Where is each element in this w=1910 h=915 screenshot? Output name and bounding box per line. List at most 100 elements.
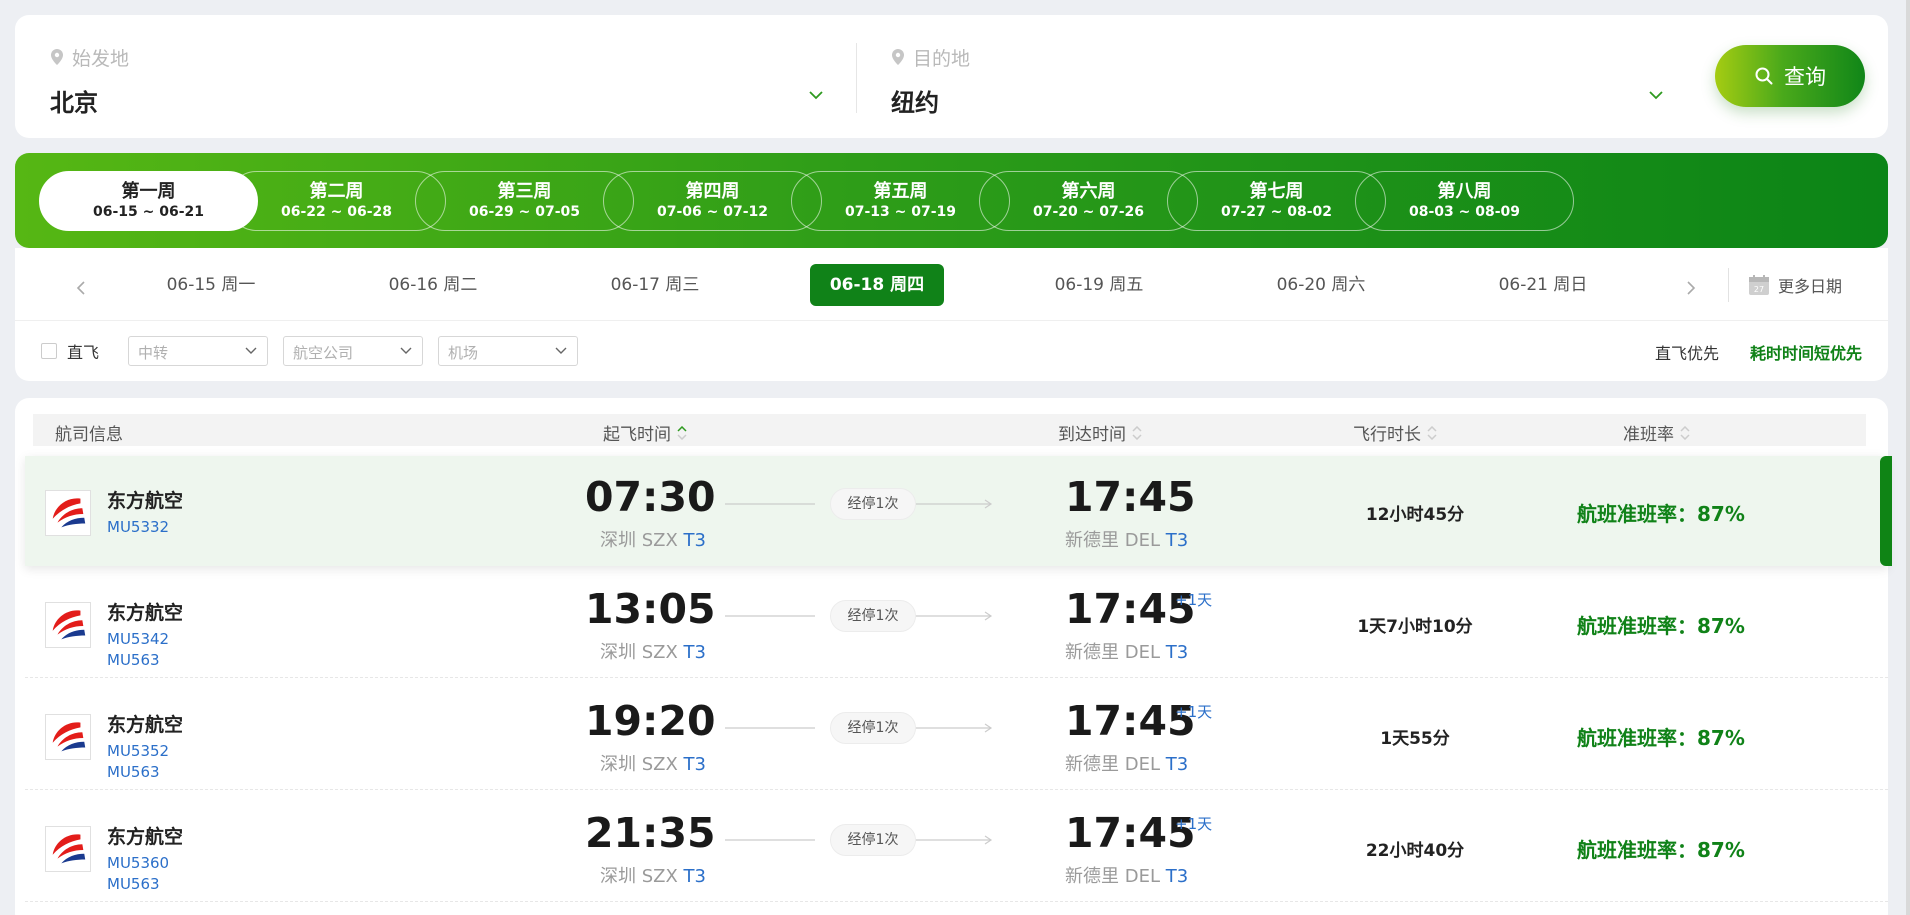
- col-duration-header[interactable]: 飞行时长: [1353, 420, 1437, 445]
- location-pin-icon: [892, 49, 904, 65]
- search-button[interactable]: 查询: [1715, 45, 1865, 107]
- week-tab-label: 第三周: [497, 181, 552, 202]
- arrival-terminal: T3: [1165, 530, 1189, 551]
- day-tab-6[interactable]: 06-20 周六: [1246, 264, 1396, 306]
- day-tab-7[interactable]: 06-21 周日: [1468, 264, 1618, 306]
- day-tab-3[interactable]: 06-17 周三: [580, 264, 730, 306]
- stop-badge[interactable]: 经停1次: [830, 712, 916, 744]
- week-tab-3[interactable]: 第三周 06-29 ~ 07-05: [415, 171, 634, 231]
- more-dates-button[interactable]: 27 更多日期: [1748, 270, 1842, 300]
- chevron-left-icon[interactable]: [72, 278, 92, 298]
- china-eastern-logo-icon: [45, 490, 91, 536]
- departure-time: 19:20: [585, 697, 716, 745]
- selected-indicator: [1880, 456, 1892, 566]
- flight-number[interactable]: MU5360: [107, 854, 169, 872]
- week-tab-label: 第七周: [1249, 181, 1304, 202]
- divider: [15, 320, 1888, 321]
- transfer-select[interactable]: 中转: [128, 336, 268, 366]
- direct-flight-checkbox[interactable]: [41, 343, 57, 359]
- flight-number[interactable]: MU563: [107, 763, 160, 781]
- destination-field[interactable]: 目的地 纽约: [891, 43, 1671, 125]
- flight-number[interactable]: MU5352: [107, 742, 169, 760]
- airline-select[interactable]: 航空公司: [283, 336, 423, 366]
- ontime-rate: 航班准班率：87%: [1577, 502, 1745, 526]
- flight-duration: 1天7小时10分: [1357, 617, 1473, 637]
- stop-badge[interactable]: 经停1次: [830, 600, 916, 632]
- week-tab-range: 06-15 ~ 06-21: [92, 204, 205, 220]
- arrival-terminal: T3: [1165, 642, 1189, 663]
- calendar-icon: 27: [1749, 275, 1769, 295]
- stop-badge[interactable]: 经停1次: [830, 488, 916, 520]
- col-ontime-header[interactable]: 准班率: [1623, 420, 1690, 445]
- week-tab-range: 07-20 ~ 07-26: [1032, 204, 1145, 220]
- field-divider: [856, 43, 857, 113]
- departure-time: 07:30: [585, 473, 716, 521]
- col-airline-header: 航司信息: [55, 425, 123, 445]
- week-tab-4[interactable]: 第四周 07-06 ~ 07-12: [603, 171, 822, 231]
- departure-airport: 深圳 SZX T3: [600, 642, 706, 663]
- arrival-airport: 新德里 DEL T3: [1065, 754, 1189, 775]
- ontime-rate: 航班准班率：87%: [1577, 726, 1745, 750]
- chevron-down-icon: [555, 347, 567, 354]
- flight-duration: 1天55分: [1380, 729, 1450, 749]
- table-header: 航司信息 起飞时间 到达时间 飞行时长 准班率: [33, 414, 1866, 446]
- departure-time: 13:05: [585, 585, 716, 633]
- stop-badge[interactable]: 经停1次: [830, 824, 916, 856]
- sort-icon: [1132, 425, 1142, 440]
- sort-direct-first[interactable]: 直飞优先: [1655, 340, 1719, 364]
- origin-label: 始发地: [72, 47, 130, 70]
- svg-text:27: 27: [1754, 285, 1764, 294]
- flight-number[interactable]: MU5332: [107, 518, 169, 536]
- departure-airport: 深圳 SZX T3: [600, 530, 706, 551]
- flight-duration: 12小时45分: [1365, 505, 1465, 525]
- day-tab-4[interactable]: 06-18 周四: [810, 264, 944, 306]
- divider: [1728, 268, 1729, 302]
- departure-terminal: T3: [683, 754, 706, 775]
- china-eastern-logo-icon: [45, 602, 91, 648]
- day-tab-1[interactable]: 06-15 周一: [136, 264, 286, 306]
- week-tab-range: 06-29 ~ 07-05: [468, 204, 581, 220]
- day-tab-2[interactable]: 06-16 周二: [358, 264, 508, 306]
- week-tab-8[interactable]: 第八周 08-03 ~ 08-09: [1355, 171, 1574, 231]
- week-tab-5[interactable]: 第五周 07-13 ~ 07-19: [791, 171, 1010, 231]
- sort-icon: [677, 425, 687, 440]
- sort-shortest-time[interactable]: 耗时时间短优先: [1750, 340, 1862, 364]
- flight-row[interactable]: 东方航空 MU5360 MU563 21:35 深圳 SZX T3 经停1次 17:45 +1…: [25, 792, 1888, 902]
- more-dates-label: 更多日期: [1778, 277, 1843, 296]
- arrival-airport: 新德里 DEL T3: [1065, 530, 1189, 551]
- chevron-down-icon[interactable]: [808, 87, 824, 103]
- chevron-down-icon[interactable]: [1648, 87, 1664, 103]
- scrollbar[interactable]: [1906, 0, 1910, 915]
- col-arrival-header[interactable]: 到达时间: [1058, 420, 1142, 445]
- arrival-terminal: T3: [1165, 754, 1189, 775]
- flight-number[interactable]: MU563: [107, 651, 160, 669]
- flight-row[interactable]: 东方航空 MU5352 MU563 19:20 深圳 SZX T3 经停1次 17:45 +1…: [25, 680, 1888, 790]
- flight-row[interactable]: 东方航空 MU5342 MU563 13:05 深圳 SZX T3 经停1次 17:45 +1…: [25, 568, 1888, 678]
- chevron-right-icon[interactable]: [1680, 278, 1700, 298]
- airport-select-placeholder: 机场: [448, 344, 479, 362]
- airport-select[interactable]: 机场: [438, 336, 578, 366]
- day-tab-5[interactable]: 06-19 周五: [1024, 264, 1174, 306]
- origin-field[interactable]: 始发地 北京: [50, 43, 830, 125]
- week-tab-label: 第四周: [685, 181, 740, 202]
- week-tab-1[interactable]: 第一周 06-15 ~ 06-21: [39, 171, 258, 231]
- china-eastern-logo-icon: [45, 826, 91, 872]
- week-tab-range: 06-22 ~ 06-28: [280, 204, 393, 220]
- sort-icon: [1427, 425, 1437, 440]
- direct-flight-filter[interactable]: 直飞: [41, 339, 99, 363]
- arrival-time: 17:45: [1065, 473, 1196, 521]
- search-button-label: 查询: [1784, 65, 1826, 89]
- flight-number[interactable]: MU563: [107, 875, 160, 893]
- col-departure-header[interactable]: 起飞时间: [603, 420, 687, 445]
- flight-row[interactable]: 东方航空 MU5332 07:30 深圳 SZX T3 经停1次 17:45 新德里 DEL…: [25, 456, 1892, 566]
- week-tab-2[interactable]: 第二周 06-22 ~ 06-28: [227, 171, 446, 231]
- next-day-indicator: +1天: [1175, 591, 1213, 609]
- flight-number[interactable]: MU5342: [107, 630, 169, 648]
- flight-duration: 22小时40分: [1365, 841, 1465, 861]
- week-tab-6[interactable]: 第六周 07-20 ~ 07-26: [979, 171, 1198, 231]
- arrival-airport: 新德里 DEL T3: [1065, 866, 1189, 887]
- date-filter-panel: 06-15 周一 06-16 周二 06-17 周三 06-18 周四 06-19 周五…: [15, 248, 1888, 381]
- chevron-down-icon: [245, 347, 257, 354]
- week-tab-7[interactable]: 第七周 07-27 ~ 08-02: [1167, 171, 1386, 231]
- week-tab-label: 第六周: [1061, 181, 1116, 202]
